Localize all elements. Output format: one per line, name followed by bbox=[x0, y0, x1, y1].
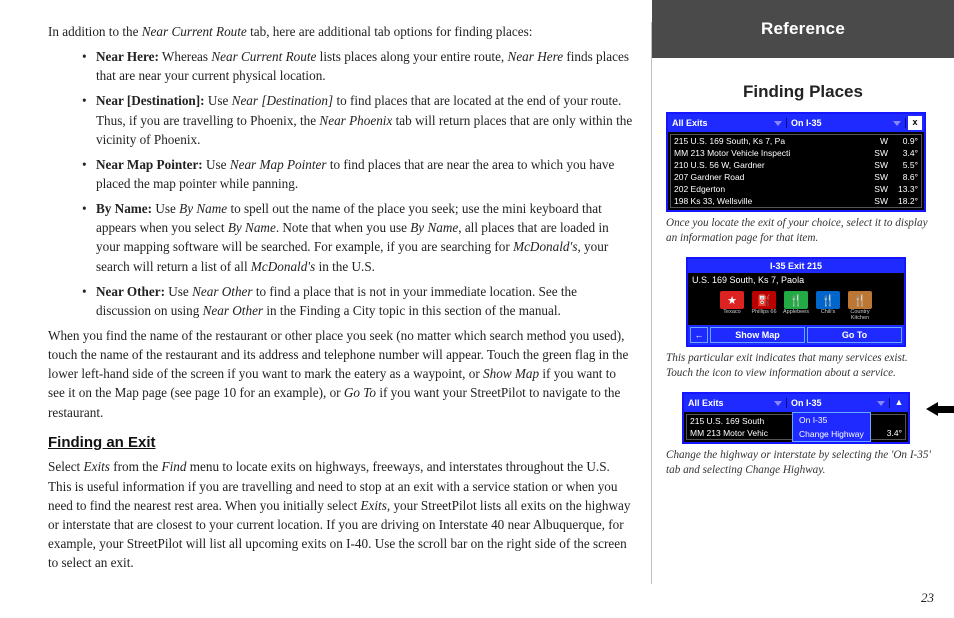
poi-icon[interactable]: ⛽Phillips 66 bbox=[750, 291, 778, 321]
exit-row[interactable]: 202 EdgertonSW13.3° bbox=[671, 183, 921, 195]
highway-menu: On I-35 Change Highway bbox=[792, 412, 871, 442]
chevron-down-icon bbox=[893, 121, 901, 126]
all-exits-dropdown[interactable]: All Exits bbox=[684, 398, 787, 408]
exit-row[interactable]: 210 U.S. 56 W, GardnerSW5.5° bbox=[671, 159, 921, 171]
exit-row[interactable]: 207 Gardner RoadSW8.6° bbox=[671, 171, 921, 183]
highway-dropdown[interactable]: On I-35 bbox=[787, 398, 890, 408]
chevron-down-icon bbox=[774, 401, 782, 406]
poi-icon[interactable]: 🍴Country Kitchen bbox=[846, 291, 874, 321]
poi-icon[interactable]: 🍴Chili's bbox=[814, 291, 842, 321]
all-exits-dropdown[interactable]: All Exits bbox=[668, 118, 787, 128]
back-button[interactable]: ← bbox=[690, 327, 708, 343]
pointer-arrow-icon bbox=[926, 402, 954, 416]
list-item: Near Other: Use Near Other to find a pla… bbox=[82, 282, 633, 320]
intro-text: In addition to the Near Current Route ta… bbox=[48, 22, 633, 41]
go-to-button[interactable]: Go To bbox=[807, 327, 902, 343]
list-item: Near Map Pointer: Use Near Map Pointer t… bbox=[82, 155, 633, 193]
close-icon[interactable]: x bbox=[908, 116, 922, 130]
main-content: In addition to the Near Current Route ta… bbox=[0, 0, 651, 618]
chevron-down-icon bbox=[877, 401, 885, 406]
paragraph: Select Exits from the Find menu to locat… bbox=[48, 457, 633, 572]
device-screenshot-exit-info: I-35 Exit 215 U.S. 169 South, Ks 7, Paol… bbox=[686, 257, 906, 347]
sidebar-title: Finding Places bbox=[652, 82, 954, 102]
exit-row[interactable]: 198 Ks 33, WellsvilleSW18.2° bbox=[671, 195, 921, 207]
device-screenshot-change-highway: All Exits On I-35 ▲ 215 U.S. 169 SouthMM… bbox=[682, 392, 910, 444]
exit-row[interactable]: MM 213 Motor Vehicle InspectiSW3.4° bbox=[671, 147, 921, 159]
finding-exit-heading: Finding an Exit bbox=[48, 432, 633, 454]
device-screenshot-exits-list: All Exits On I-35 x 215 U.S. 169 South, … bbox=[666, 112, 926, 212]
poi-icon[interactable]: ★Texaco bbox=[718, 291, 746, 321]
sidebar: Reference Finding Places All Exits On I-… bbox=[652, 0, 954, 618]
menu-item[interactable]: Change Highway bbox=[793, 427, 870, 441]
menu-item[interactable]: On I-35 bbox=[793, 413, 870, 427]
reference-banner: Reference bbox=[652, 0, 954, 58]
page-number: 23 bbox=[921, 590, 934, 606]
paragraph: When you find the name of the restaurant… bbox=[48, 326, 633, 422]
chevron-down-icon bbox=[774, 121, 782, 126]
caption: This particular exit indicates that many… bbox=[666, 351, 934, 380]
scroll-up-icon[interactable]: ▲ bbox=[892, 396, 906, 410]
list-item: Near [Destination]: Use Near [Destinatio… bbox=[82, 91, 633, 148]
exit-subtitle: U.S. 169 South, Ks 7, Paola bbox=[688, 273, 904, 287]
show-map-button[interactable]: Show Map bbox=[710, 327, 805, 343]
poi-icon[interactable]: 🍴Applebees bbox=[782, 291, 810, 321]
tab-options-list: Near Here: Whereas Near Current Route li… bbox=[82, 47, 633, 320]
list-item: By Name: Use By Name to spell out the na… bbox=[82, 199, 633, 276]
exit-row[interactable]: 215 U.S. 169 South, Ks 7, PaW0.9° bbox=[671, 135, 921, 147]
caption: Once you locate the exit of your choice,… bbox=[666, 216, 934, 245]
caption: Change the highway or interstate by sele… bbox=[666, 448, 934, 477]
highway-dropdown[interactable]: On I-35 bbox=[787, 118, 906, 128]
list-item: Near Here: Whereas Near Current Route li… bbox=[82, 47, 633, 85]
exit-title: I-35 Exit 215 bbox=[688, 259, 904, 273]
